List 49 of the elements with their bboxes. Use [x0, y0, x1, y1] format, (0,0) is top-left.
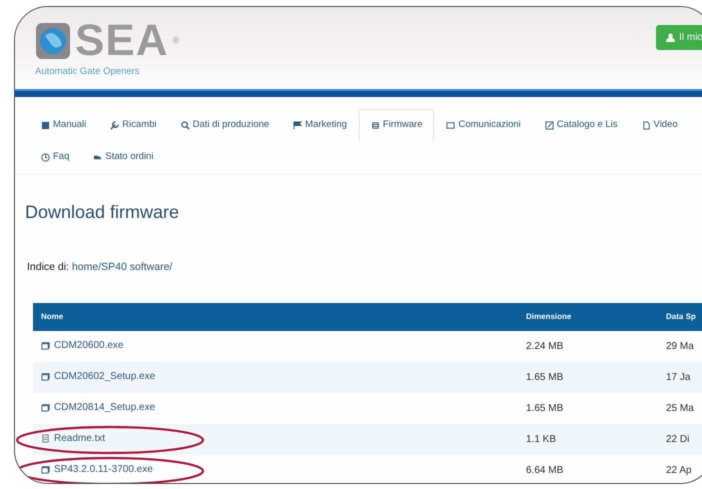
flag-icon: [293, 120, 302, 130]
file-link[interactable]: Readme.txt: [41, 431, 106, 446]
path-link[interactable]: home/SP40 software/: [72, 260, 172, 272]
size-cell: 2.24 MB: [518, 331, 658, 362]
index-path: Indice di: home/SP40 software/: [27, 260, 174, 274]
date-cell: 29 Ma: [658, 331, 702, 362]
window-icon: [41, 465, 50, 474]
chip-icon: [370, 120, 380, 130]
edit-icon: [544, 120, 554, 130]
search-icon: [180, 120, 190, 130]
tagline: Automatic Gate Openers: [35, 65, 141, 79]
file-link[interactable]: CDM20600.exe: [41, 338, 124, 354]
window-icon: [41, 372, 50, 382]
column-header: Nome: [33, 303, 518, 332]
nav-tab[interactable]: Faq: [29, 141, 82, 174]
file-link[interactable]: CDM20602_Setup.exe: [41, 369, 156, 384]
nav-tab[interactable]: Marketing: [281, 109, 359, 142]
book-icon: [41, 120, 50, 130]
document-icon: [41, 434, 50, 444]
page-title: Download firmware: [25, 200, 180, 224]
nav-tab[interactable]: Comunicazioni: [434, 109, 533, 142]
date-cell: 22 Ap: [658, 455, 702, 483]
size-cell: 1.1 KB: [518, 424, 658, 456]
message-icon: [446, 120, 456, 130]
nav-tab[interactable]: Stato ordini: [81, 141, 166, 174]
nav-tab[interactable]: Dati di produzione: [168, 109, 282, 142]
size-cell: 6.64 MB: [518, 455, 658, 483]
user-icon: [666, 33, 676, 42]
size-cell: 1.65 MB: [518, 393, 658, 424]
file-icon: [642, 120, 651, 130]
globe-logo-icon: [35, 22, 71, 60]
column-header: Dimensione: [518, 303, 658, 332]
column-header: Data Sp: [658, 303, 702, 332]
date-cell: 25 Ma: [658, 393, 702, 424]
nav-tab[interactable]: Manuali: [29, 109, 98, 142]
size-cell: 1.65 MB: [518, 362, 658, 394]
file-link[interactable]: CDM20814_Setup.exe: [41, 400, 156, 416]
nav-tab[interactable]: Firmware: [358, 109, 434, 142]
registered-mark: ®: [172, 34, 180, 48]
window-icon: [41, 341, 50, 350]
wrench-icon: [110, 120, 120, 130]
logo-text: SEA: [75, 19, 168, 63]
nav-tab[interactable]: Catalogo e Lis: [532, 109, 630, 142]
window-icon: [41, 403, 50, 412]
nav-tab[interactable]: Ricambi: [98, 109, 169, 142]
clock-icon: [41, 152, 50, 162]
nav-tab[interactable]: Video: [630, 109, 690, 142]
date-cell: 22 Di: [658, 424, 702, 456]
date-cell: 17 Ja: [658, 362, 702, 394]
